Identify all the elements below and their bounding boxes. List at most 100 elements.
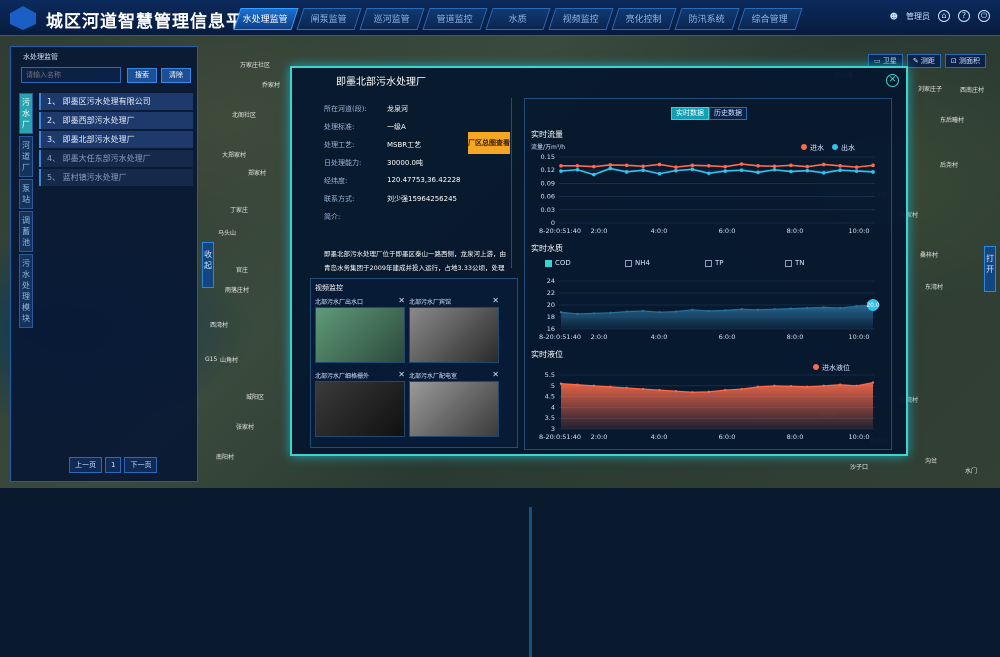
- nav-tab[interactable]: 亮化控制: [611, 8, 677, 30]
- close-icon[interactable]: ✕: [492, 370, 499, 379]
- data-point[interactable]: [559, 169, 563, 173]
- camera-feed[interactable]: [409, 381, 499, 437]
- data-point[interactable]: [608, 166, 613, 171]
- data-point[interactable]: [724, 388, 727, 392]
- data-subtab[interactable]: 历史数据: [709, 107, 747, 120]
- data-point[interactable]: [871, 381, 875, 384]
- camera-cell[interactable]: 北部污水厂宾馆 ✕: [409, 296, 499, 365]
- camera-cell[interactable]: 北部污水厂出水口 ✕: [315, 296, 405, 365]
- page-number[interactable]: 1: [105, 457, 122, 473]
- data-point[interactable]: [559, 311, 563, 314]
- data-point[interactable]: [657, 162, 662, 167]
- data-point[interactable]: [756, 170, 760, 175]
- data-point[interactable]: [706, 164, 711, 168]
- expand-handle[interactable]: 打开: [984, 246, 996, 292]
- data-point[interactable]: [756, 164, 760, 168]
- data-point[interactable]: [625, 310, 628, 313]
- data-point[interactable]: [806, 306, 809, 310]
- data-point[interactable]: [838, 168, 842, 172]
- data-point[interactable]: [559, 164, 563, 168]
- nav-tab[interactable]: 防汛系统: [674, 8, 740, 30]
- category-tab[interactable]: 污水厂: [19, 93, 33, 134]
- camera-feed[interactable]: [409, 307, 499, 363]
- data-point[interactable]: [576, 383, 579, 386]
- plant-list-item[interactable]: 4、 即墨大任东部污水处理厂: [39, 150, 193, 167]
- data-point[interactable]: [806, 385, 809, 389]
- data-point[interactable]: [592, 164, 596, 169]
- next-page-button[interactable]: 下一页: [124, 457, 158, 473]
- close-icon[interactable]: ✕: [398, 296, 405, 305]
- data-point[interactable]: [740, 387, 743, 391]
- help-icon[interactable]: ?: [958, 10, 970, 22]
- nav-tab[interactable]: 综合管理: [737, 8, 803, 30]
- data-point[interactable]: [821, 171, 826, 175]
- plant-list-item[interactable]: 5、 蓝村镇污水处理厂: [39, 169, 193, 186]
- plant-list-item[interactable]: 2、 即墨西部污水处理厂: [39, 112, 193, 129]
- username[interactable]: 管理员: [906, 11, 930, 22]
- data-point[interactable]: [773, 384, 776, 387]
- site-map-button[interactable]: 厂区总图查看: [468, 132, 510, 154]
- camera-feed[interactable]: [315, 307, 405, 363]
- nav-tab[interactable]: 管道监控: [422, 8, 488, 30]
- category-tab[interactable]: 泵站: [19, 179, 33, 209]
- quality-checkbox[interactable]: COD: [545, 259, 571, 267]
- data-point[interactable]: [608, 163, 613, 167]
- data-subtab[interactable]: 实时数据: [671, 107, 709, 120]
- quality-checkbox[interactable]: TP: [705, 259, 724, 267]
- category-tab[interactable]: 河道厂: [19, 136, 33, 177]
- data-point[interactable]: [723, 164, 728, 169]
- camera-cell[interactable]: 北部污水厂细格栅外 ✕: [315, 370, 405, 439]
- video-scrollbar[interactable]: [529, 507, 532, 657]
- camera-feed[interactable]: [315, 381, 405, 437]
- data-point[interactable]: [789, 307, 793, 310]
- quality-checkbox[interactable]: TN: [785, 259, 805, 267]
- map-tool-button[interactable]: ✎ 测距: [906, 54, 941, 68]
- data-point[interactable]: [756, 385, 760, 389]
- data-point[interactable]: [658, 388, 661, 392]
- nav-tab[interactable]: 水质: [485, 8, 551, 30]
- camera-cell[interactable]: 北部污水厂配电室 ✕: [409, 370, 499, 439]
- nav-tab[interactable]: 视频监控: [548, 8, 614, 30]
- data-point[interactable]: [690, 167, 695, 172]
- data-point[interactable]: [855, 305, 858, 308]
- data-point[interactable]: [609, 385, 612, 389]
- data-point[interactable]: [706, 171, 711, 176]
- data-point[interactable]: [592, 384, 596, 387]
- data-point[interactable]: [657, 171, 662, 176]
- plant-list-item[interactable]: 3、 即墨北部污水处理厂: [39, 131, 193, 148]
- data-point[interactable]: [773, 308, 776, 311]
- close-icon[interactable]: ✕: [886, 74, 899, 87]
- category-tab[interactable]: 调蓄池: [19, 211, 33, 252]
- data-point[interactable]: [739, 162, 744, 166]
- user-icon[interactable]: ☻: [890, 12, 898, 21]
- data-point[interactable]: [724, 309, 727, 312]
- data-point[interactable]: [805, 164, 810, 169]
- data-point[interactable]: [789, 385, 793, 388]
- power-icon[interactable]: ⏻: [978, 10, 990, 22]
- collapse-handle[interactable]: 收起: [202, 242, 214, 288]
- data-point[interactable]: [838, 383, 842, 386]
- data-point[interactable]: [822, 306, 825, 309]
- data-point[interactable]: [805, 168, 810, 173]
- data-point[interactable]: [674, 168, 678, 173]
- data-point[interactable]: [789, 169, 793, 174]
- data-point[interactable]: [609, 311, 612, 314]
- data-point[interactable]: [821, 162, 826, 167]
- data-point[interactable]: [789, 163, 793, 168]
- data-point[interactable]: [691, 391, 694, 394]
- data-point[interactable]: [592, 312, 596, 315]
- category-tab[interactable]: 污水处理模块: [19, 254, 33, 328]
- data-point[interactable]: [674, 310, 678, 313]
- data-point[interactable]: [838, 164, 842, 168]
- data-point[interactable]: [592, 172, 596, 177]
- data-point[interactable]: [674, 390, 678, 393]
- search-input[interactable]: [21, 67, 121, 83]
- plant-list-item[interactable]: 1、 即墨区污水处理有限公司: [39, 93, 193, 110]
- data-point[interactable]: [641, 164, 645, 169]
- quality-checkbox[interactable]: NH4: [625, 259, 650, 267]
- search-button[interactable]: 搜索: [127, 68, 157, 83]
- data-point[interactable]: [871, 170, 875, 174]
- data-point[interactable]: [641, 168, 645, 172]
- data-point[interactable]: [575, 167, 580, 172]
- map-tool-button[interactable]: ⊡ 测面积: [944, 54, 986, 68]
